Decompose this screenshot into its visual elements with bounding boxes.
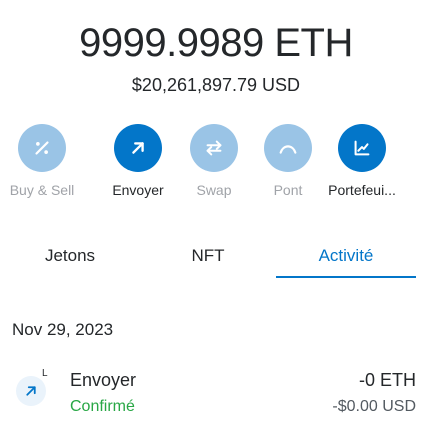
- bridge-label: Pont: [273, 182, 303, 198]
- portfolio-button[interactable]: Portefeui...: [322, 124, 402, 198]
- send-label: Envoyer: [112, 182, 164, 198]
- buy-sell-label: Buy & Sell: [9, 182, 75, 198]
- buy-sell-icon: [18, 124, 66, 172]
- swap-label: Swap: [196, 182, 232, 198]
- transaction-amount: -0 ETH: [358, 370, 416, 390]
- swap-button[interactable]: Swap: [174, 124, 254, 198]
- transaction-status: Confirmé: [70, 398, 135, 415]
- send-arrow-icon: [114, 124, 162, 172]
- buy-sell-button[interactable]: Buy & Sell: [2, 124, 82, 198]
- asset-tabs: Jetons NFT Activité: [0, 236, 432, 278]
- action-buttons: Buy & Sell Envoyer Swap Pont Portefeui..…: [0, 124, 432, 204]
- bridge-button[interactable]: Pont: [248, 124, 328, 198]
- bridge-icon: [264, 124, 312, 172]
- send-button[interactable]: Envoyer: [98, 124, 178, 198]
- transaction-title: Envoyer: [70, 370, 137, 390]
- balance-primary: 9999.9989 ETH: [79, 21, 353, 65]
- portfolio-label: Portefeui...: [328, 182, 396, 198]
- transaction-fiat: -$0.00 USD: [332, 398, 416, 415]
- send-transaction-icon: L: [16, 368, 50, 406]
- portfolio-chart-icon: [338, 124, 386, 172]
- tab-activity[interactable]: Activité: [276, 236, 416, 278]
- wallet-overview: 9999.9989 ETH $20,261,897.79 USD Buy & S…: [0, 0, 432, 432]
- tab-nft[interactable]: NFT: [140, 236, 276, 276]
- swap-icon: [190, 124, 238, 172]
- network-badge: L: [42, 368, 48, 379]
- tab-tokens[interactable]: Jetons: [0, 236, 140, 276]
- activity-date: Nov 29, 2023: [12, 320, 114, 339]
- transaction-row[interactable]: L Envoyer Confirmé -0 ETH -$0.00 USD: [0, 362, 432, 422]
- balance-fiat: $20,261,897.79 USD: [131, 75, 301, 95]
